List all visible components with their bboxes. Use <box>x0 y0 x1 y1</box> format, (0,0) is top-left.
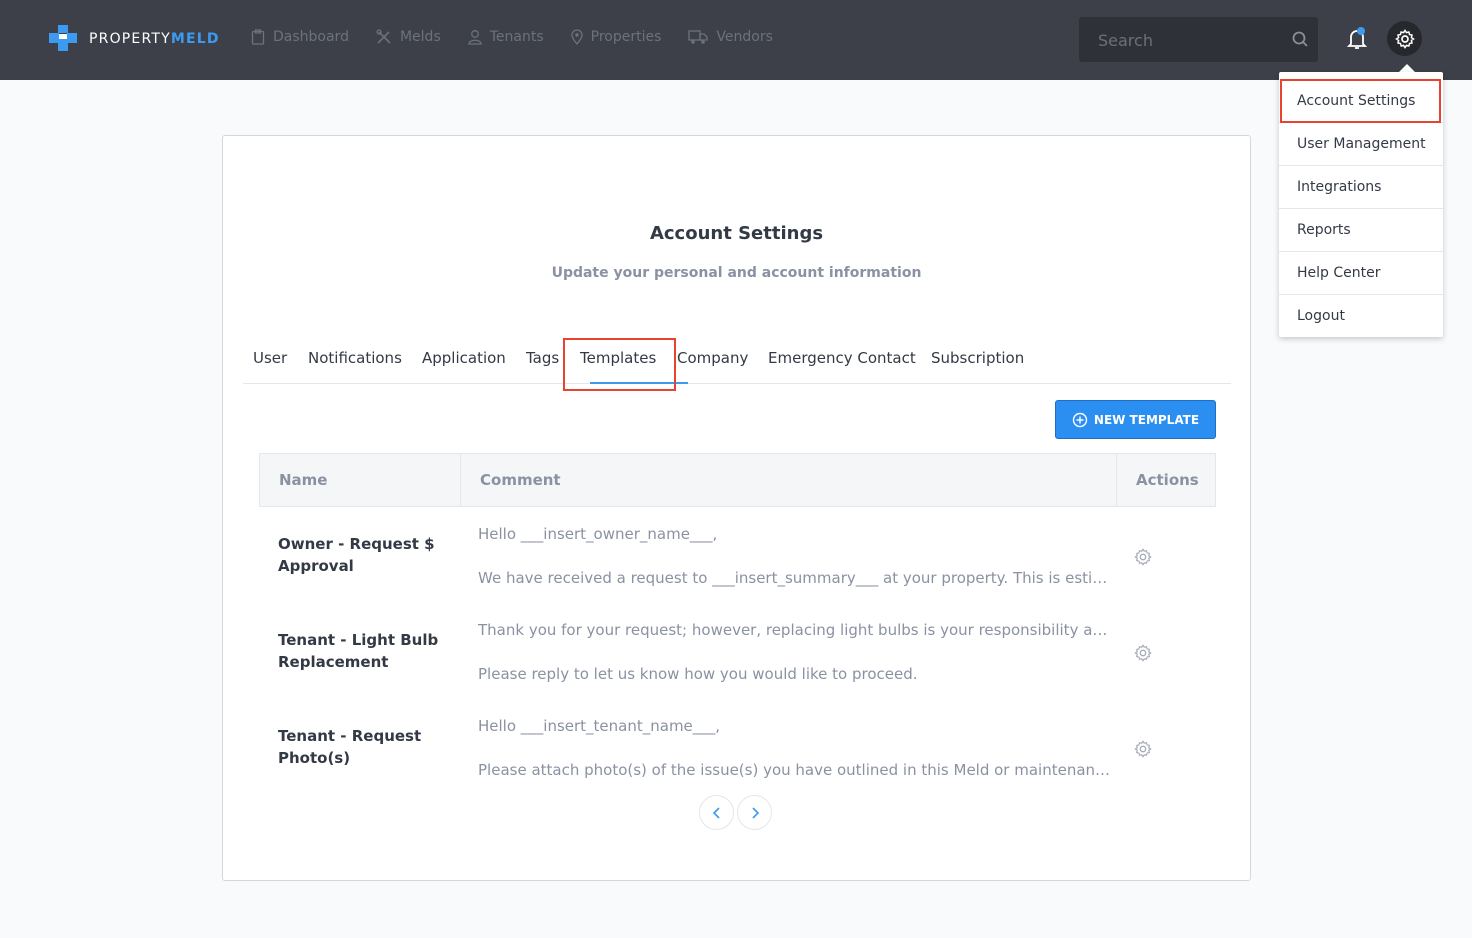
nav-label: Properties <box>590 29 662 45</box>
gear-icon <box>1394 28 1415 49</box>
new-template-label: NEW TEMPLATE <box>1093 412 1200 427</box>
user-icon <box>468 30 482 45</box>
menu-item-integrations[interactable]: Integrations <box>1279 166 1443 209</box>
nav-item-dashboard[interactable]: Dashboard <box>251 29 349 45</box>
location-pin-icon <box>570 29 583 45</box>
template-comment-line2: We have received a request to ___insert_… <box>478 569 1114 587</box>
logo-icon <box>49 25 77 53</box>
table-header: Name Comment Actions <box>259 453 1216 507</box>
gear-icon[interactable] <box>1134 644 1152 662</box>
tab-company[interactable]: Company <box>677 349 748 367</box>
tab-user[interactable]: User <box>253 349 287 367</box>
template-comment-line2: Please attach photo(s) of the issue(s) y… <box>478 761 1114 779</box>
nav-label: Melds <box>399 29 441 45</box>
page-title: Account Settings <box>649 223 824 244</box>
highlight-box-account-settings <box>1280 79 1441 123</box>
tab-emergency-contact[interactable]: Emergency Contact <box>768 349 916 367</box>
table-row: Tenant - Request Photo(s) Hello ___inser… <box>259 699 1216 795</box>
settings-tabs: User Notifications Application Tags Temp… <box>243 342 1231 384</box>
nav-label: Tenants <box>489 29 544 45</box>
tab-notifications[interactable]: Notifications <box>308 349 402 367</box>
nav-item-melds[interactable]: Melds <box>376 29 441 45</box>
plus-circle-icon <box>1072 412 1088 427</box>
tab-tags[interactable]: Tags <box>526 349 559 367</box>
menu-item-label: Integrations <box>1297 179 1382 195</box>
main-nav: Dashboard Melds Tenants Properties Vendo… <box>251 29 800 45</box>
menu-item-label: Help Center <box>1297 265 1381 281</box>
nav-label: Vendors <box>716 29 773 45</box>
template-name: Owner - Request $ Approval <box>278 535 435 575</box>
tab-subscription[interactable]: Subscription <box>931 349 1024 367</box>
highlight-box-templates-tab <box>563 338 676 391</box>
gear-icon[interactable] <box>1134 548 1152 566</box>
column-header-comment: Comment <box>460 454 1116 506</box>
template-name: Tenant - Light Bulb Replacement <box>278 631 439 671</box>
brand-name-part2: MELD <box>170 31 220 47</box>
nav-item-vendors[interactable]: Vendors <box>688 29 773 45</box>
tab-application[interactable]: Application <box>422 349 506 367</box>
menu-item-label: Logout <box>1297 308 1345 324</box>
account-settings-card: Account Settings Update your personal an… <box>222 135 1251 881</box>
table-row: Tenant - Light Bulb Replacement Thank yo… <box>259 603 1216 699</box>
template-comment-line1: Thank you for your request; however, rep… <box>478 621 1114 639</box>
top-navbar: PROPERTYMELD Dashboard Melds Tenants Pro… <box>0 0 1472 80</box>
table-row: Owner - Request $ Approval Hello ___inse… <box>259 507 1216 603</box>
menu-item-help-center[interactable]: Help Center <box>1279 252 1443 295</box>
prev-page-button[interactable] <box>699 795 734 830</box>
propertymeld-logo[interactable]: PROPERTYMELD <box>49 25 220 53</box>
search-input[interactable]: Search <box>1079 17 1318 62</box>
template-comment-line2: Please reply to let us know how you woul… <box>478 665 918 683</box>
new-template-button[interactable]: NEW TEMPLATE <box>1055 400 1216 439</box>
menu-item-label: User Management <box>1297 136 1426 152</box>
page-subtitle: Update your personal and account informa… <box>551 265 922 281</box>
nav-label: Dashboard <box>273 29 349 45</box>
chevron-right-icon <box>751 806 759 819</box>
next-page-button[interactable] <box>737 795 772 830</box>
template-comment-line1: Hello ___insert_owner_name___, <box>478 525 718 543</box>
clipboard-icon <box>251 29 265 45</box>
search-icon[interactable] <box>1292 31 1309 48</box>
tools-icon <box>376 29 391 44</box>
menu-item-reports[interactable]: Reports <box>1279 209 1443 252</box>
template-name: Tenant - Request Photo(s) <box>278 727 422 767</box>
search-placeholder: Search <box>1098 31 1153 50</box>
column-header-name: Name <box>279 471 328 489</box>
chevron-left-icon <box>712 806 720 819</box>
settings-button[interactable] <box>1387 21 1422 56</box>
template-comment-line1: Hello ___insert_tenant_name___, <box>478 717 721 735</box>
notification-badge <box>1357 27 1365 35</box>
truck-icon <box>688 30 709 44</box>
menu-item-logout[interactable]: Logout <box>1279 295 1443 337</box>
menu-item-label: Reports <box>1297 222 1351 238</box>
gear-icon[interactable] <box>1134 740 1152 758</box>
pagination <box>699 795 775 830</box>
brand-name-part1: PROPERTY <box>89 31 171 47</box>
menu-item-user-management[interactable]: User Management <box>1279 123 1443 166</box>
nav-item-properties[interactable]: Properties <box>570 29 662 45</box>
column-header-actions: Actions <box>1116 454 1215 506</box>
nav-item-tenants[interactable]: Tenants <box>468 29 544 45</box>
